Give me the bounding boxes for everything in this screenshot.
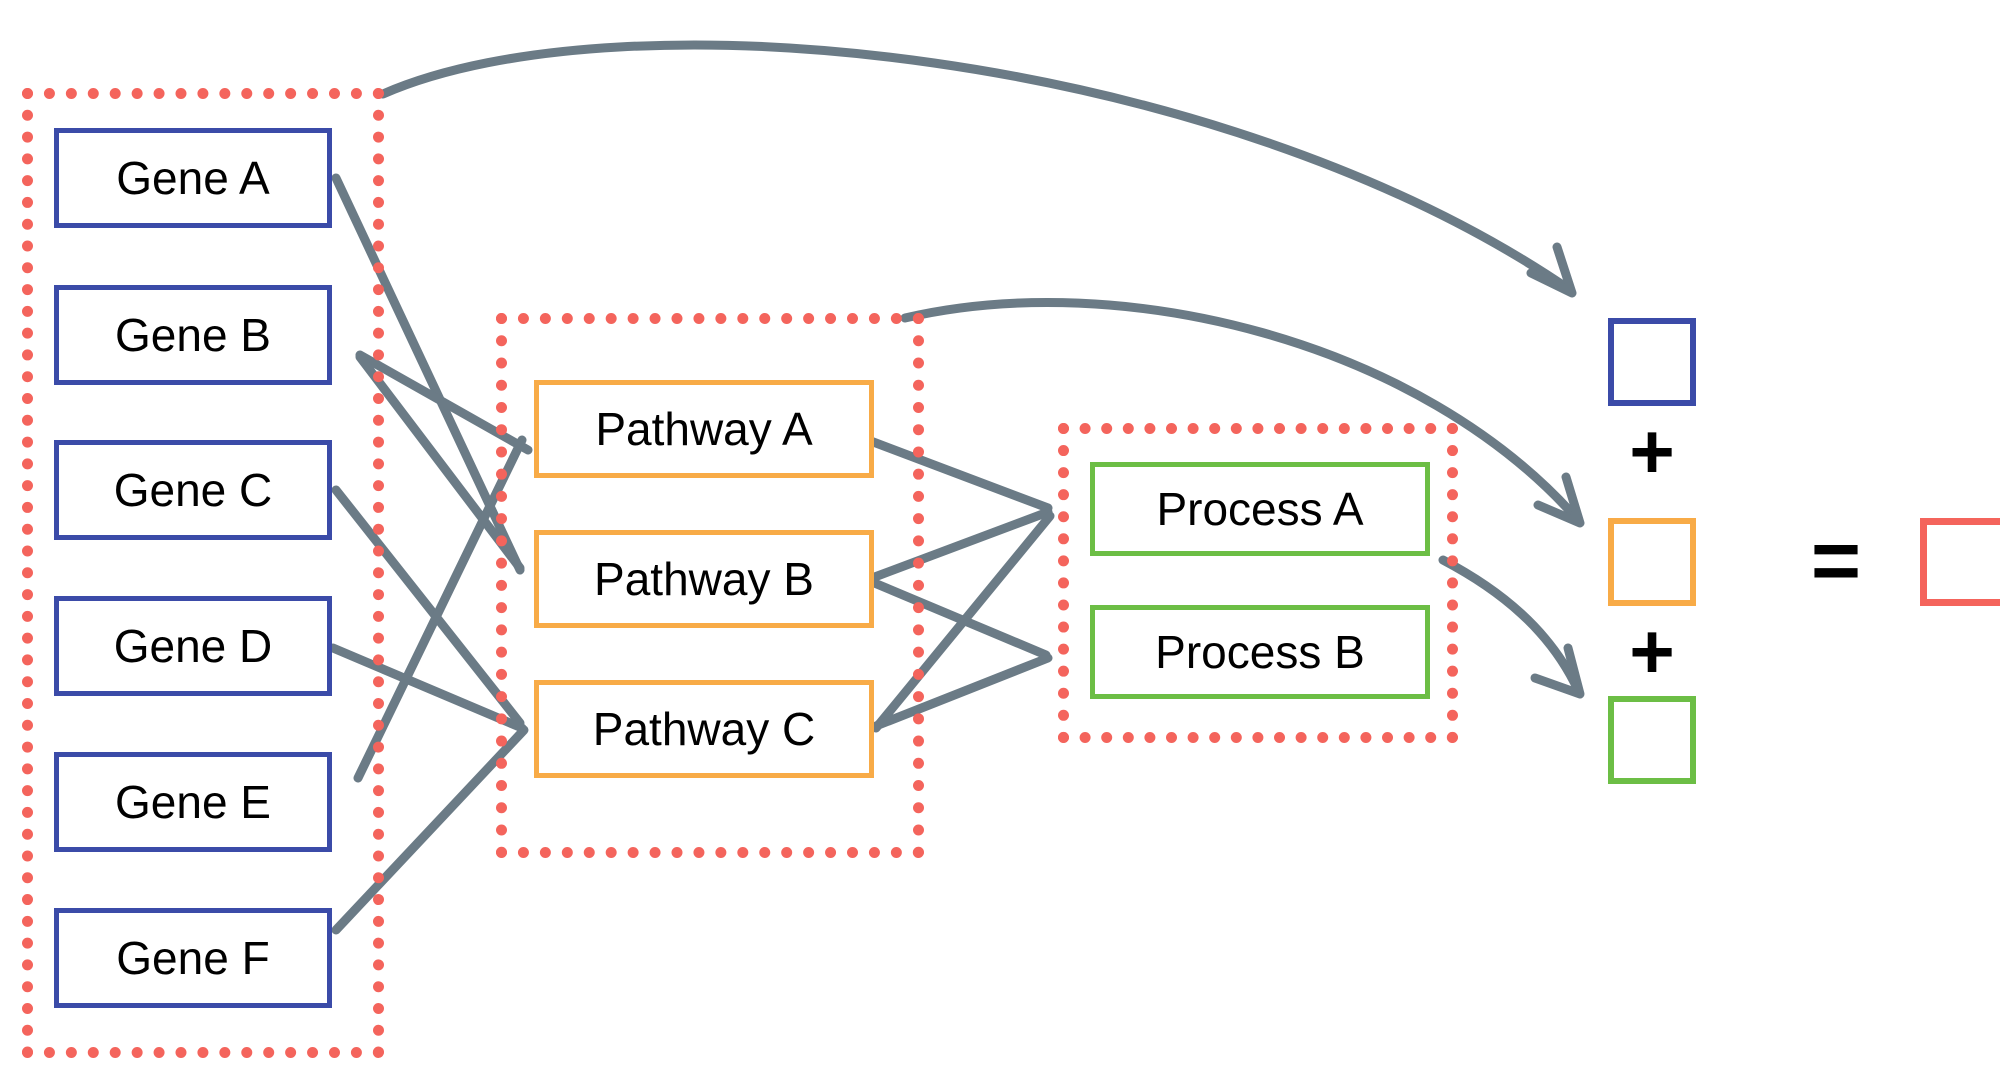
process-label-a: Process A [1156, 483, 1364, 535]
operator-plus-1: + [1629, 407, 1675, 495]
pathway-node-a[interactable]: Pathway A [534, 380, 874, 478]
edge-gene-group-to-legend-blue [378, 40, 1575, 295]
pathway-label-c: Pathway C [592, 703, 816, 755]
gene-node-f[interactable]: Gene F [54, 908, 332, 1008]
process-node-a[interactable]: Process A [1090, 462, 1430, 556]
gene-node-e[interactable]: Gene E [54, 752, 332, 852]
operator-plus-2: + [1629, 607, 1675, 695]
process-label-b: Process B [1155, 626, 1365, 678]
gene-label-c: Gene C [113, 464, 273, 516]
arrowhead-legend-blue [1526, 242, 1577, 298]
gene-label-b: Gene B [115, 309, 271, 361]
gene-label-d: Gene D [113, 620, 273, 672]
legend-square-gene [1608, 318, 1696, 406]
gene-node-b[interactable]: Gene B [54, 285, 332, 385]
legend-square-composite [1920, 518, 2000, 606]
gene-label-e: Gene E [115, 776, 271, 828]
gene-node-c[interactable]: Gene C [54, 440, 332, 540]
edge-process-group-to-legend-green [1438, 555, 1583, 695]
legend-square-pathway [1608, 518, 1696, 606]
gene-label-f: Gene F [116, 932, 270, 984]
gene-label-a: Gene A [116, 152, 270, 204]
pathway-label-a: Pathway A [595, 403, 813, 455]
legend-square-process [1608, 696, 1696, 784]
gene-node-a[interactable]: Gene A [54, 128, 332, 228]
diagram-canvas: Gene A Gene B Gene C Gene D Gene E Gene … [0, 0, 2000, 1073]
arrowhead-legend-green [1530, 643, 1585, 699]
pathway-node-c[interactable]: Pathway C [534, 680, 874, 778]
pathway-label-b: Pathway B [594, 553, 814, 605]
process-node-b[interactable]: Process B [1090, 605, 1430, 699]
gene-node-d[interactable]: Gene D [54, 596, 332, 696]
arrowhead-legend-orange [1533, 472, 1585, 528]
pathway-node-b[interactable]: Pathway B [534, 530, 874, 628]
operator-equals: = [1810, 513, 1862, 609]
